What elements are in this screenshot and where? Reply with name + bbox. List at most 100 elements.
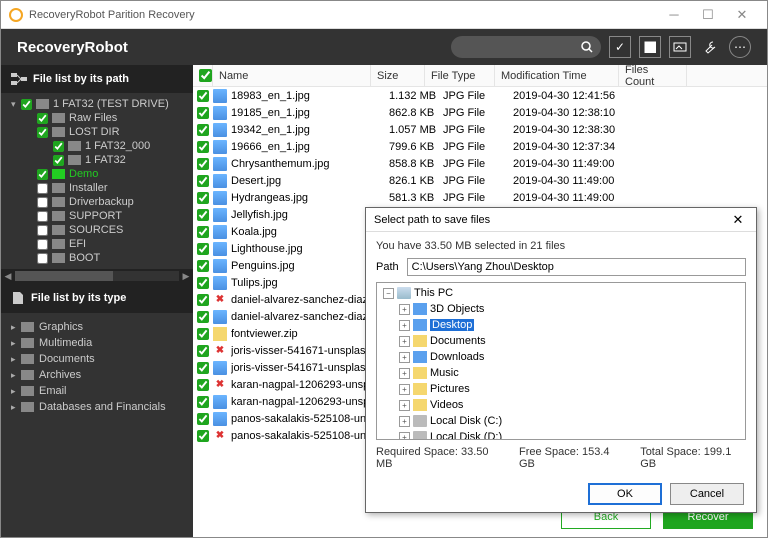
table-row[interactable]: 19342_en_1.jpg1.057 MBJPG File2019-04-30… xyxy=(193,121,767,138)
row-checkbox[interactable] xyxy=(197,192,209,204)
tree-item[interactable]: Driverbackup xyxy=(1,195,193,209)
close-button[interactable]: ✕ xyxy=(725,5,759,25)
row-checkbox[interactable] xyxy=(197,260,209,272)
row-checkbox[interactable] xyxy=(197,277,209,289)
folder-tree-item[interactable]: +Downloads xyxy=(379,349,743,365)
sidebar-hscroll[interactable]: ◀ ▶ xyxy=(1,269,193,283)
table-row[interactable]: 19185_en_1.jpg862.8 KBJPG File2019-04-30… xyxy=(193,104,767,121)
tree-item[interactable]: 1 FAT32 xyxy=(1,153,193,167)
expand-icon[interactable]: ▸ xyxy=(11,402,21,413)
tree-checkbox[interactable] xyxy=(37,211,48,222)
tree-checkbox[interactable] xyxy=(37,253,48,264)
th-mod[interactable]: Modification Time xyxy=(495,65,619,86)
row-checkbox[interactable] xyxy=(197,294,209,306)
th-name[interactable]: Name xyxy=(213,65,371,86)
row-checkbox[interactable] xyxy=(197,328,209,340)
select-all-checkbox[interactable] xyxy=(199,69,212,82)
folder-tree-item[interactable]: +Documents xyxy=(379,333,743,349)
row-checkbox[interactable] xyxy=(197,413,209,425)
folder-tree-item[interactable]: −This PC xyxy=(379,285,743,301)
expand-icon[interactable]: ▸ xyxy=(11,386,21,397)
ok-button[interactable]: OK xyxy=(588,483,662,505)
th-type[interactable]: File Type xyxy=(425,65,495,86)
grid-button[interactable] xyxy=(639,36,661,58)
th-check[interactable] xyxy=(193,65,213,86)
row-checkbox[interactable] xyxy=(197,362,209,374)
row-checkbox[interactable] xyxy=(197,345,209,357)
tree-checkbox[interactable] xyxy=(53,141,64,152)
type-item[interactable]: ▸Email xyxy=(1,383,193,399)
folder-tree-item[interactable]: +Pictures xyxy=(379,381,743,397)
expand-icon[interactable]: + xyxy=(399,352,410,363)
expand-icon[interactable]: + xyxy=(399,368,410,379)
tree-checkbox[interactable] xyxy=(37,169,48,180)
tree-checkbox[interactable] xyxy=(37,183,48,194)
row-checkbox[interactable] xyxy=(197,158,209,170)
row-checkbox[interactable] xyxy=(197,379,209,391)
tree-checkbox[interactable] xyxy=(37,225,48,236)
scroll-left-icon[interactable]: ◀ xyxy=(1,271,15,282)
tree-item[interactable]: ▾1 FAT32 (TEST DRIVE) xyxy=(1,97,193,111)
table-row[interactable]: Hydrangeas.jpg581.3 KBJPG File2019-04-30… xyxy=(193,189,767,206)
expand-icon[interactable]: − xyxy=(383,288,394,299)
row-checkbox[interactable] xyxy=(197,124,209,136)
tree-item[interactable]: SOURCES xyxy=(1,223,193,237)
expand-icon[interactable]: + xyxy=(399,384,410,395)
tree-checkbox[interactable] xyxy=(37,239,48,250)
folder-tree-item[interactable]: +Desktop xyxy=(379,317,743,333)
tree-item[interactable]: SUPPORT xyxy=(1,209,193,223)
folder-tree-item[interactable]: +Music xyxy=(379,365,743,381)
expand-icon[interactable]: ▾ xyxy=(11,99,21,110)
row-checkbox[interactable] xyxy=(197,226,209,238)
expand-icon[interactable]: ▸ xyxy=(11,338,21,349)
preview-button[interactable] xyxy=(669,36,691,58)
table-row[interactable]: Chrysanthemum.jpg858.8 KBJPG File2019-04… xyxy=(193,155,767,172)
th-size[interactable]: Size xyxy=(371,65,425,86)
tree-checkbox[interactable] xyxy=(21,99,32,110)
type-item[interactable]: ▸Multimedia xyxy=(1,335,193,351)
table-row[interactable]: 19666_en_1.jpg799.6 KBJPG File2019-04-30… xyxy=(193,138,767,155)
tree-checkbox[interactable] xyxy=(37,113,48,124)
maximize-button[interactable]: ☐ xyxy=(691,5,725,25)
scroll-track[interactable] xyxy=(15,271,179,281)
tree-checkbox[interactable] xyxy=(37,197,48,208)
tree-checkbox[interactable] xyxy=(53,155,64,166)
settings-button[interactable] xyxy=(699,36,721,58)
row-checkbox[interactable] xyxy=(197,141,209,153)
path-input[interactable] xyxy=(407,258,746,276)
row-checkbox[interactable] xyxy=(197,209,209,221)
type-item[interactable]: ▸Documents xyxy=(1,351,193,367)
dialog-folder-tree[interactable]: −This PC+3D Objects+Desktop+Documents+Do… xyxy=(376,282,746,440)
row-checkbox[interactable] xyxy=(197,243,209,255)
row-checkbox[interactable] xyxy=(197,90,209,102)
th-count[interactable]: Files Count xyxy=(619,65,687,86)
tree-item[interactable]: Demo xyxy=(1,167,193,181)
expand-icon[interactable]: + xyxy=(399,320,410,331)
expand-icon[interactable]: + xyxy=(399,432,410,441)
scroll-thumb[interactable] xyxy=(15,271,113,281)
cancel-button[interactable]: Cancel xyxy=(670,483,744,505)
type-item[interactable]: ▸Graphics xyxy=(1,319,193,335)
row-checkbox[interactable] xyxy=(197,311,209,323)
folder-tree-item[interactable]: +3D Objects xyxy=(379,301,743,317)
search-box[interactable] xyxy=(451,36,601,58)
tree-item[interactable]: Installer xyxy=(1,181,193,195)
scroll-right-icon[interactable]: ▶ xyxy=(179,271,193,282)
folder-tree-item[interactable]: +Local Disk (C:) xyxy=(379,413,743,429)
expand-icon[interactable]: + xyxy=(399,416,410,427)
minimize-button[interactable]: ─ xyxy=(657,5,691,25)
table-row[interactable]: Desert.jpg826.1 KBJPG File2019-04-30 11:… xyxy=(193,172,767,189)
folder-tree-item[interactable]: +Videos xyxy=(379,397,743,413)
row-checkbox[interactable] xyxy=(197,396,209,408)
more-button[interactable]: ⋯ xyxy=(729,36,751,58)
table-row[interactable]: 18983_en_1.jpg1.132 MBJPG File2019-04-30… xyxy=(193,87,767,104)
tree-item[interactable]: Raw Files xyxy=(1,111,193,125)
tree-checkbox[interactable] xyxy=(37,127,48,138)
tree-item[interactable]: LOST DIR xyxy=(1,125,193,139)
expand-icon[interactable]: ▸ xyxy=(11,322,21,333)
check-button[interactable]: ✓ xyxy=(609,36,631,58)
folder-tree-item[interactable]: +Local Disk (D:) xyxy=(379,429,743,440)
expand-icon[interactable]: + xyxy=(399,336,410,347)
expand-icon[interactable]: + xyxy=(399,304,410,315)
row-checkbox[interactable] xyxy=(197,175,209,187)
